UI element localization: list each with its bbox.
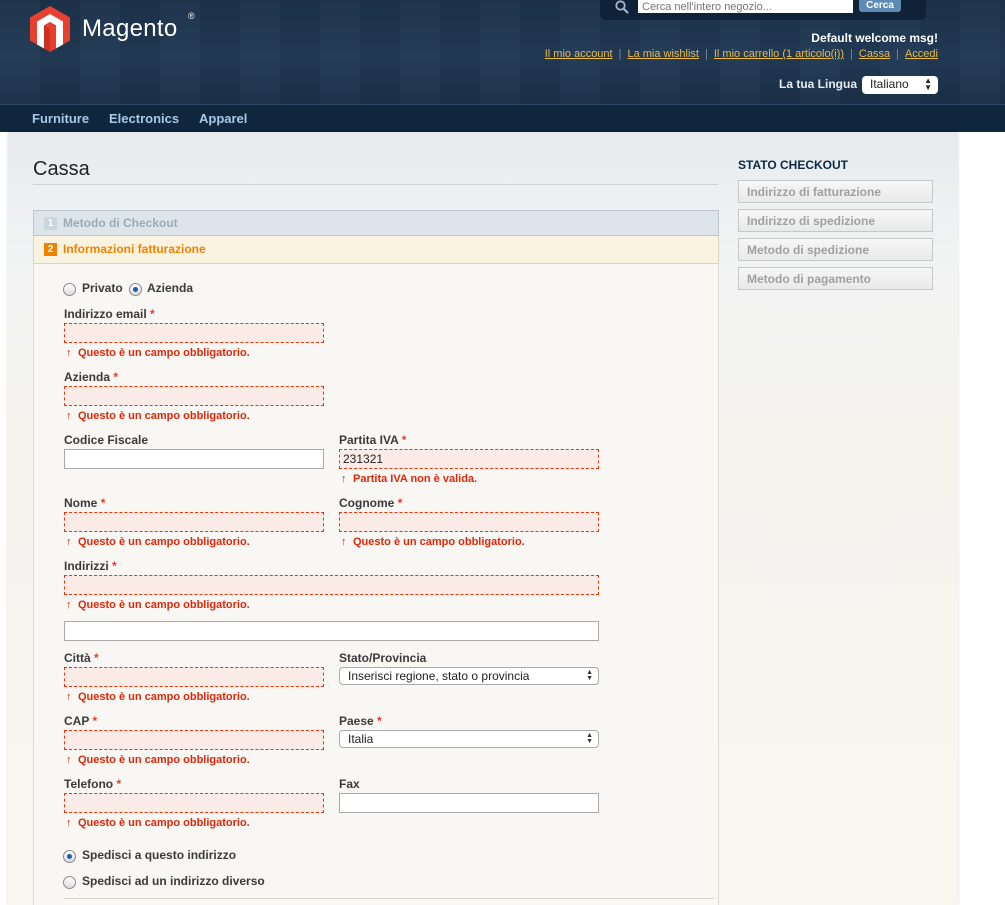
first-name-field[interactable] (64, 512, 324, 532)
welcome-message: Default welcome msg! (811, 31, 938, 45)
magento-logo-icon (30, 6, 70, 52)
address-error: ↑ Questo è un campo obbligatorio. (66, 599, 250, 611)
zip-label: CAP * (64, 714, 98, 728)
city-error: ↑ Questo è un campo obbligatorio. (66, 691, 250, 703)
radio-company-label: Azienda (147, 281, 194, 295)
last-name-error: ↑ Questo è un campo obbligatorio. (341, 536, 525, 548)
first-name-label: Nome * (64, 496, 106, 510)
country-label: Paese * (339, 714, 382, 728)
radio-ship-different-address[interactable] (63, 876, 76, 889)
tax-code-field[interactable] (64, 449, 324, 469)
ship-different-address-label: Spedisci ad un indirizzo diverso (82, 874, 265, 888)
link-cart[interactable]: Il mio carrello (1 articolo(i)) (714, 48, 844, 60)
radio-ship-same-address[interactable] (63, 850, 76, 863)
link-separator: | (618, 48, 622, 60)
step-billing-information[interactable]: 2 Informazioni fatturazione (33, 236, 719, 264)
vat-field[interactable] (339, 449, 599, 469)
ship-same-address-label: Spedisci a questo indirizzo (82, 848, 237, 862)
search-bar: Cerca (600, 0, 926, 20)
progress-payment-method: Metodo di pagamento (738, 267, 933, 290)
country-select[interactable]: Italia ▲ ▼ (339, 730, 599, 748)
last-name-label: Cognome * (339, 496, 403, 510)
region-label: Stato/Provincia (339, 651, 427, 665)
search-button[interactable]: Cerca (859, 0, 901, 12)
step-checkout-method[interactable]: 1 Metodo di Checkout (33, 210, 719, 236)
step-number: 1 (44, 217, 57, 230)
fax-field[interactable] (339, 793, 599, 813)
vat-error: ↑ Partita IVA non è valida. (341, 473, 478, 485)
select-arrows-icon: ▲ ▼ (924, 76, 932, 92)
region-select-value: Inserisci regione, stato o provincia (348, 669, 530, 683)
phone-error: ↑ Questo è un campo obbligatorio. (66, 817, 250, 829)
logo-text: Magento (82, 15, 178, 42)
progress-shipping-method: Metodo di spedizione (738, 238, 933, 261)
language-select[interactable]: Italiano ▲ ▼ (862, 76, 938, 94)
select-arrows-icon: ▲ ▼ (586, 669, 593, 682)
form-divider (64, 898, 714, 899)
header: Magento ® Cerca Default welcome msg! Il … (0, 0, 1005, 104)
link-my-account[interactable]: Il mio account (545, 48, 613, 60)
title-divider (33, 184, 718, 185)
step-label: Metodo di Checkout (63, 216, 178, 230)
email-error: ↑ Questo è un campo obbligatorio. (66, 347, 250, 359)
logo-registered-mark: ® (188, 11, 195, 21)
search-icon (615, 0, 629, 14)
first-name-error: ↑ Questo è un campo obbligatorio. (66, 536, 250, 548)
nav-item-furniture[interactable]: Furniture (32, 111, 89, 126)
link-separator: | (850, 48, 853, 60)
language-label: La tua Lingua (779, 77, 857, 91)
logo[interactable]: Magento (30, 6, 178, 52)
zip-field[interactable] (64, 730, 324, 750)
radio-private[interactable] (63, 283, 76, 296)
progress-billing-address: Indirizzo di fatturazione (738, 180, 933, 203)
link-separator: | (896, 48, 899, 60)
last-name-field[interactable] (339, 512, 599, 532)
nav-item-electronics[interactable]: Electronics (109, 111, 179, 126)
main-nav: Furniture Electronics Apparel (0, 104, 1005, 132)
progress-shipping-address: Indirizzo di spedizione (738, 209, 933, 232)
select-arrows-icon: ▲ ▼ (586, 732, 593, 745)
email-label: Indirizzo email * (64, 307, 155, 321)
city-label: Città * (64, 651, 99, 665)
address-line-1-field[interactable] (64, 575, 599, 595)
city-field[interactable] (64, 667, 324, 687)
region-select[interactable]: Inserisci regione, stato o provincia ▲ ▼ (339, 667, 599, 685)
radio-private-label: Privato (82, 281, 123, 295)
link-login[interactable]: Accedi (905, 48, 938, 60)
company-error: ↑ Questo è un campo obbligatorio. (66, 410, 250, 422)
link-checkout[interactable]: Cassa (859, 48, 890, 60)
link-wishlist[interactable]: La mia wishlist (627, 48, 699, 60)
company-field[interactable] (64, 386, 324, 406)
phone-label: Telefono * (64, 777, 122, 791)
vat-label: Partita IVA * (339, 433, 407, 447)
zip-error: ↑ Questo è un campo obbligatorio. (66, 754, 250, 766)
address-line-2-field[interactable] (64, 621, 599, 641)
phone-field[interactable] (64, 793, 324, 813)
address-label: Indirizzi * (64, 559, 117, 573)
page-title: Cassa (33, 158, 90, 180)
link-separator: | (705, 48, 708, 60)
radio-company[interactable] (129, 283, 142, 296)
language-select-value: Italiano (870, 77, 909, 91)
fax-label: Fax (339, 777, 360, 791)
checkout-progress-title: STATO CHECKOUT (738, 158, 848, 172)
email-field[interactable] (64, 323, 324, 343)
step-number: 2 (44, 243, 57, 256)
nav-item-apparel[interactable]: Apparel (199, 111, 247, 126)
search-input[interactable] (638, 0, 853, 13)
top-links: Il mio account | La mia wishlist | Il mi… (545, 48, 938, 60)
country-select-value: Italia (348, 732, 374, 746)
step-label: Informazioni fatturazione (63, 242, 206, 256)
company-label: Azienda * (64, 370, 119, 384)
tax-code-label: Codice Fiscale (64, 433, 149, 447)
